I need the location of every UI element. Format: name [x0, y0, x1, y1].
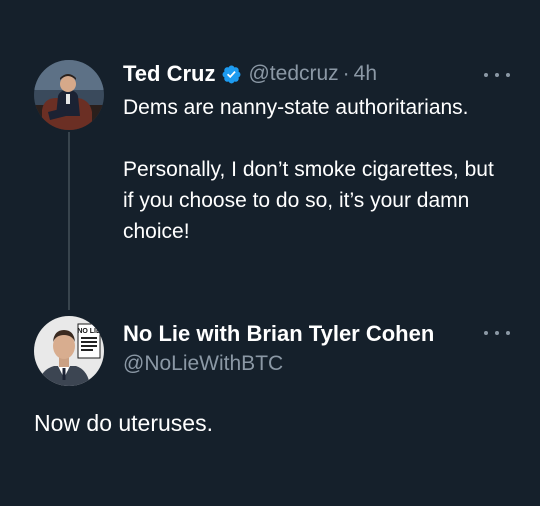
more-horizontal-icon	[484, 331, 488, 335]
avatar-ted-cruz-image	[34, 60, 104, 130]
reply-body: Now do uteruses.	[34, 410, 213, 436]
reply-author-handle[interactable]: @NoLieWithBTC	[123, 352, 283, 376]
meta-separator: ·	[342, 62, 350, 85]
avatar-ted-cruz[interactable]	[34, 60, 104, 130]
verified-badge-icon	[223, 65, 241, 83]
tweet-paragraph: Dems are nanny-state authoritarians.	[123, 96, 469, 119]
author-handle[interactable]: @tedcruz	[248, 62, 338, 86]
avatar-no-lie-btc-image: NO LIE	[34, 316, 104, 386]
tweet-timestamp[interactable]: 4h	[354, 62, 377, 86]
reply-header: No Lie with Brian Tyler Cohen	[123, 318, 434, 350]
svg-text:NO LIE: NO LIE	[77, 328, 101, 335]
avatar-no-lie-btc[interactable]: NO LIE	[34, 316, 104, 386]
thread-connector-line	[68, 132, 70, 310]
tweet-header: Ted Cruz @tedcruz · 4h	[123, 58, 377, 90]
reply-more-options-button[interactable]	[484, 323, 510, 343]
tweet-paragraph: Personally, I don’t smoke cigarettes, bu…	[123, 158, 494, 243]
more-options-button[interactable]	[484, 65, 510, 85]
reply-author-name[interactable]: No Lie with Brian Tyler Cohen	[123, 321, 434, 347]
author-name[interactable]: Ted Cruz	[123, 61, 215, 87]
more-horizontal-icon	[484, 73, 488, 77]
tweet-body: Dems are nanny-state authoritarians. Per…	[123, 92, 503, 247]
